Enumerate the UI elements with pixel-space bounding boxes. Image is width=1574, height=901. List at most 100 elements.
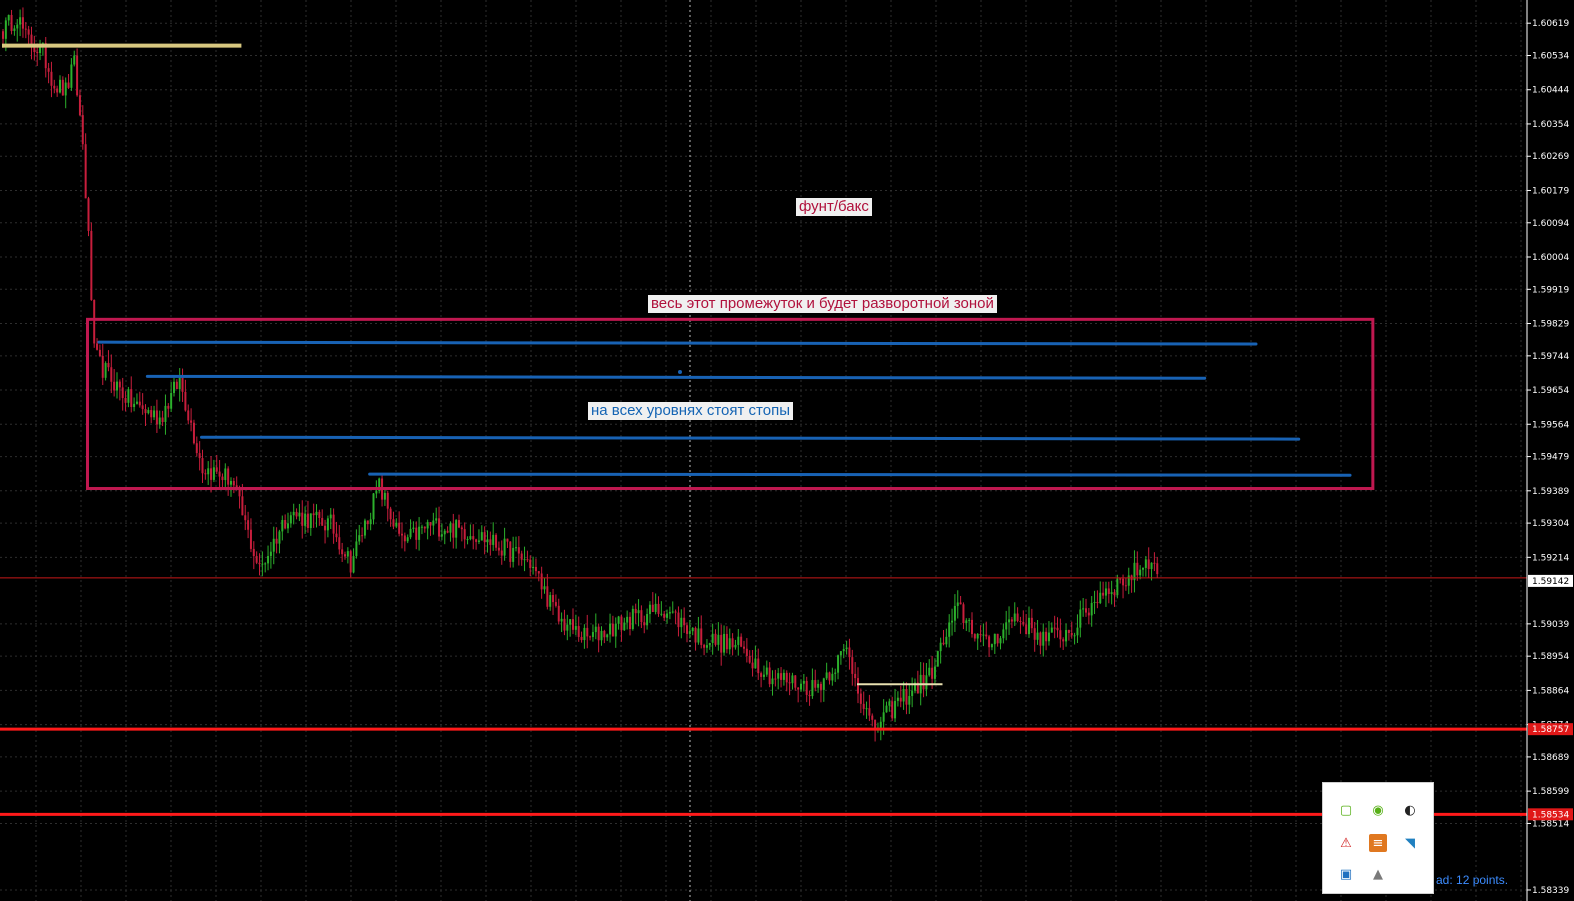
candle-body <box>1107 588 1110 595</box>
candle-body <box>640 610 643 623</box>
candle-body <box>477 540 480 542</box>
price-tick-label: 1.58599 <box>1532 787 1569 797</box>
candle-body <box>435 518 438 521</box>
candle-body <box>1099 592 1102 604</box>
candle-body <box>1033 628 1036 640</box>
candle-body <box>67 82 70 88</box>
candle-body <box>252 548 255 557</box>
candle-body <box>207 468 210 475</box>
candle-body <box>765 667 768 675</box>
candle-body <box>811 680 814 697</box>
network-icon[interactable]: ◥ <box>1401 834 1419 852</box>
candle-body <box>922 674 925 690</box>
candle-body <box>195 443 198 454</box>
candle-body <box>187 410 190 421</box>
annotation-pair: фунт/бакс <box>796 198 872 216</box>
candle-body <box>580 636 583 641</box>
candle-body <box>158 417 161 425</box>
candle-body <box>720 634 723 653</box>
candle-body <box>583 627 586 641</box>
candle-body <box>7 14 10 21</box>
candle-body <box>572 619 574 630</box>
candle-body <box>637 610 640 614</box>
price-tick-label: 1.59829 <box>1532 320 1569 330</box>
candle-body <box>982 634 985 636</box>
chart-canvas[interactable]: 1.60619 1.60534 1.60444 1.60354 1.60269 1.601… <box>0 0 1574 901</box>
candle-body <box>834 672 837 674</box>
candle-body <box>959 602 962 605</box>
price-tick-label: 1.59039 <box>1532 620 1569 630</box>
candle-body <box>965 620 968 623</box>
nvidia-icon[interactable]: ◉ <box>1369 801 1387 819</box>
candle-body <box>56 88 59 93</box>
steam-icon[interactable]: ◐ <box>1401 801 1419 819</box>
candle-body <box>87 198 90 231</box>
candle-body <box>395 522 398 527</box>
candle-body <box>985 634 988 637</box>
candle-body <box>363 520 366 536</box>
candle-body <box>318 511 321 518</box>
candle-body <box>386 492 389 509</box>
candle-body <box>837 655 840 673</box>
stackoverflow-icon[interactable]: ≡ <box>1369 834 1387 852</box>
candle-body <box>398 522 401 534</box>
candle-body <box>660 613 663 615</box>
candle-body <box>854 673 857 679</box>
candle-body <box>480 532 483 541</box>
candle-body <box>47 68 50 72</box>
candle-body <box>606 634 609 638</box>
nvidia-icon[interactable]: ▢ <box>1337 801 1355 819</box>
candle-body <box>996 633 999 644</box>
candle-body <box>1002 629 1005 639</box>
candle-body <box>338 537 341 550</box>
price-tick-label: 1.58514 <box>1532 819 1569 829</box>
candle-body <box>369 519 372 525</box>
price-tick-label: 1.58954 <box>1532 652 1569 662</box>
candle-body <box>888 701 891 706</box>
candle-body <box>4 20 7 39</box>
candle-body <box>503 538 506 556</box>
bell-icon[interactable]: ▲ <box>1369 865 1387 883</box>
candle-body <box>743 646 745 649</box>
candle-body <box>973 634 976 639</box>
candle-body <box>449 523 452 533</box>
candle-body <box>298 512 301 517</box>
candle-body <box>1062 639 1065 642</box>
candle-body <box>153 410 156 418</box>
candle-body <box>894 700 897 719</box>
candle-body <box>36 51 39 54</box>
candle-body <box>1050 627 1053 633</box>
candle-body <box>797 687 800 690</box>
trading-chart[interactable]: 1.60619 1.60534 1.60444 1.60354 1.60269 1.601… <box>0 0 1574 901</box>
candle-body <box>446 530 449 533</box>
candle-body <box>1079 609 1082 628</box>
candle-body <box>831 673 834 681</box>
candle-body <box>70 64 73 88</box>
clipboard-icon[interactable]: ▣ <box>1337 865 1355 883</box>
candle-body <box>657 603 660 614</box>
candle-body <box>586 627 589 637</box>
candle-body <box>409 528 412 538</box>
candle-body <box>728 638 731 650</box>
candle-body <box>1087 612 1090 616</box>
candle-body <box>532 566 535 569</box>
candle-body <box>466 539 469 541</box>
candle-body <box>663 613 666 618</box>
candle-body <box>244 515 247 521</box>
candle-body <box>1093 602 1096 604</box>
price-tick-label: 1.59214 <box>1532 553 1569 563</box>
candle-body <box>329 514 332 519</box>
candle-body <box>942 642 945 645</box>
candle-body <box>492 534 495 545</box>
candle-body <box>968 619 971 621</box>
candle-body <box>144 409 147 414</box>
candle-body <box>597 626 600 641</box>
candle-body <box>406 537 409 542</box>
candle-body <box>352 556 355 573</box>
candle-body <box>688 631 691 634</box>
candle-body <box>1127 575 1130 586</box>
price-axis-bg <box>1527 0 1574 901</box>
candle-body <box>971 619 973 635</box>
warning-icon[interactable]: ⚠ <box>1337 834 1355 852</box>
candle-body <box>933 666 936 679</box>
